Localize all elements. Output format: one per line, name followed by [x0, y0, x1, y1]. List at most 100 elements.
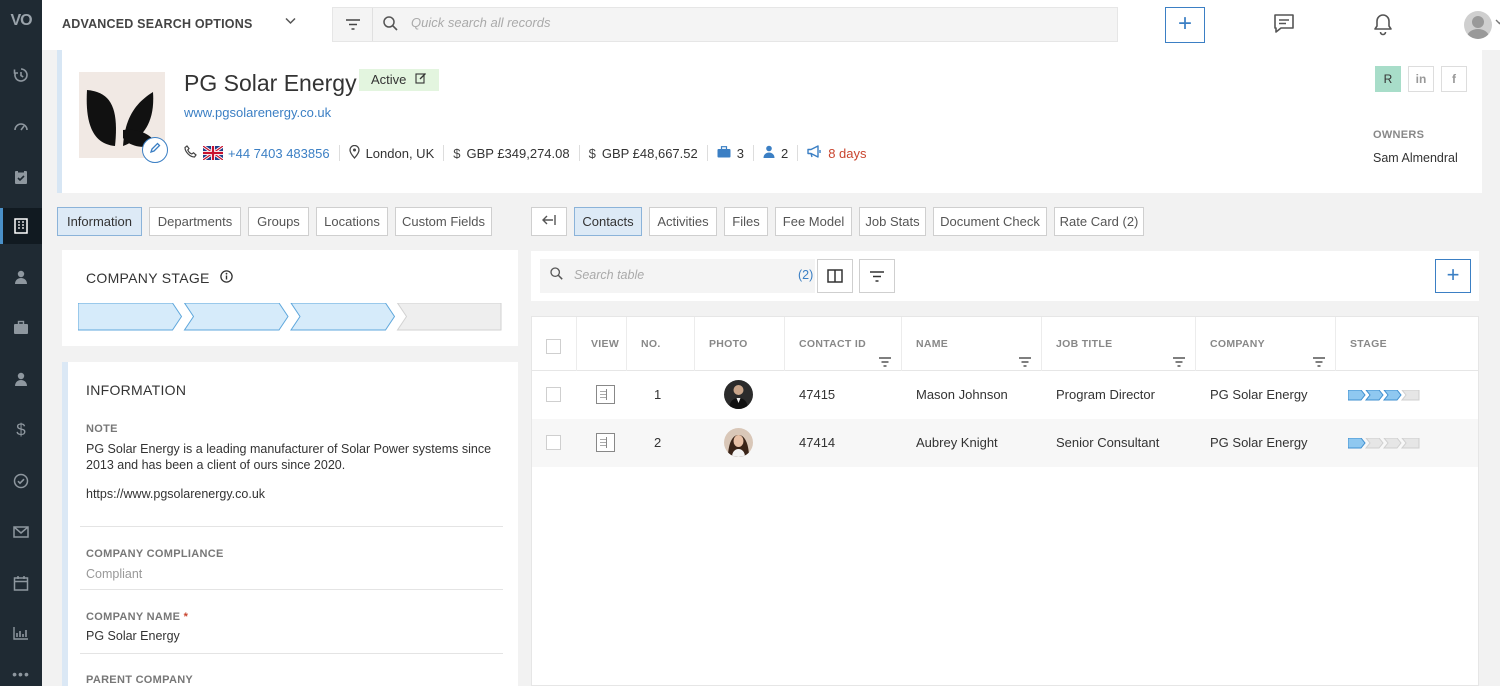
row-checkbox[interactable]: [546, 387, 561, 402]
dashboard-icon[interactable]: [0, 108, 42, 144]
linkedin-icon[interactable]: in: [1408, 66, 1434, 92]
col-name[interactable]: NAME: [902, 317, 1042, 371]
more-icon[interactable]: •••: [0, 666, 42, 686]
contact-name[interactable]: Aubrey Knight: [916, 419, 998, 467]
col-no[interactable]: NO.: [627, 317, 695, 371]
select-all-checkbox[interactable]: [546, 339, 561, 354]
tab-contacts[interactable]: Contacts: [574, 207, 642, 236]
bell-icon[interactable]: [1372, 12, 1394, 39]
view-record-icon[interactable]: [596, 433, 615, 452]
candidates-icon[interactable]: [0, 361, 42, 397]
tab-document-check[interactable]: Document Check: [933, 207, 1047, 236]
company-stage-step-2[interactable]: [183, 303, 289, 331]
add-new-button[interactable]: +: [1165, 7, 1205, 43]
table-row[interactable]: 2 47414 Aubrey Knight Senior Consultant …: [532, 419, 1478, 467]
company-stage-progress[interactable]: [78, 303, 502, 331]
information-title: INFORMATION: [86, 382, 187, 398]
row-stage-progress[interactable]: [1348, 390, 1420, 401]
tab-rate-card[interactable]: Rate Card (2): [1054, 207, 1144, 236]
reports-icon[interactable]: [0, 615, 42, 651]
facebook-icon[interactable]: f: [1441, 66, 1467, 92]
row-stage-step-1[interactable]: [1348, 438, 1366, 449]
advanced-search-options[interactable]: ADVANCED SEARCH OPTIONS: [62, 17, 253, 31]
filter-icon[interactable]: [859, 259, 895, 293]
tab-groups[interactable]: Groups: [248, 207, 309, 236]
company-website-link[interactable]: www.pgsolarenergy.co.uk: [184, 105, 331, 120]
col-stage[interactable]: STAGE: [1336, 317, 1478, 371]
company-cell[interactable]: PG Solar Energy: [1210, 419, 1308, 467]
row-stage-step-4[interactable]: [1400, 438, 1420, 449]
company-meta-row: +44 7403 483856 London, UK $ GBP £349,27…: [184, 144, 876, 162]
company-cell[interactable]: PG Solar Energy: [1210, 371, 1308, 419]
r-badge[interactable]: R: [1375, 66, 1401, 92]
add-contact-button[interactable]: +: [1435, 259, 1471, 293]
view-record-icon[interactable]: [596, 385, 615, 404]
table-row[interactable]: 1 47415 Mason Johnson Program Director P…: [532, 371, 1478, 419]
person-icon: [763, 145, 775, 161]
row-stage-step-1[interactable]: [1348, 390, 1366, 401]
quick-search-bar: [332, 7, 1118, 42]
contacts-item[interactable]: 2: [754, 145, 799, 161]
app-logo[interactable]: VO: [0, 12, 42, 30]
row-stage-step-4[interactable]: [1400, 390, 1420, 401]
contact-photo[interactable]: [724, 380, 753, 409]
job-title: Program Director: [1056, 387, 1155, 402]
edit-status-icon[interactable]: [415, 73, 427, 87]
tab-files[interactable]: Files: [724, 207, 768, 236]
table-search-input[interactable]: [574, 268, 774, 282]
contacts-table-toolbar: (2) +: [531, 251, 1479, 301]
tab-fee-model[interactable]: Fee Model: [775, 207, 852, 236]
chevron-down-icon[interactable]: [1495, 17, 1500, 28]
tab-departments[interactable]: Departments: [149, 207, 241, 236]
row-stage-step-3[interactable]: [1382, 390, 1402, 401]
tab-locations[interactable]: Locations: [316, 207, 388, 236]
clipboard-icon[interactable]: [0, 159, 42, 195]
col-contact-id-label: CONTACT ID: [799, 338, 866, 350]
companies-icon[interactable]: [0, 208, 42, 244]
owner-name[interactable]: Sam Almendral: [1373, 151, 1458, 165]
search-icon: [383, 16, 398, 34]
row-stage-step-3[interactable]: [1382, 438, 1402, 449]
collapse-panel-button[interactable]: [531, 207, 567, 236]
history-icon[interactable]: [0, 57, 42, 93]
contact-photo[interactable]: [724, 428, 753, 457]
tab-job-stats[interactable]: Job Stats: [859, 207, 926, 236]
company-stage-step-1[interactable]: [78, 303, 183, 331]
contact-name[interactable]: Mason Johnson: [916, 371, 1008, 419]
company-stage-step-4[interactable]: [396, 303, 502, 331]
calendar-icon[interactable]: [0, 565, 42, 601]
filter-icon[interactable]: [333, 8, 373, 41]
mail-icon[interactable]: [0, 514, 42, 550]
jobs-item[interactable]: 3: [708, 145, 754, 161]
status-badge[interactable]: Active: [359, 69, 440, 91]
row-checkbox[interactable]: [546, 435, 561, 450]
location-value: London, UK: [365, 145, 435, 161]
company-stage-step-3[interactable]: [290, 303, 396, 331]
chevron-down-icon[interactable]: [285, 16, 296, 28]
quick-search-input[interactable]: [411, 15, 1011, 30]
tab-custom-fields[interactable]: Custom Fields: [395, 207, 492, 236]
row-stage-step-2[interactable]: [1364, 438, 1384, 449]
col-contact-id[interactable]: CONTACT ID: [785, 317, 902, 371]
row-stage-progress[interactable]: [1348, 438, 1420, 449]
col-job-title[interactable]: JOB TITLE: [1042, 317, 1196, 371]
col-company[interactable]: COMPANY: [1196, 317, 1336, 371]
chat-icon[interactable]: [1272, 12, 1296, 39]
info-icon[interactable]: [220, 270, 233, 286]
tab-information[interactable]: Information: [57, 207, 142, 236]
uk-flag-icon: [202, 144, 224, 162]
phone-icon: [184, 145, 197, 161]
row-stage-step-2[interactable]: [1364, 390, 1384, 401]
finance-icon[interactable]: $: [0, 412, 42, 448]
jobs-icon[interactable]: [0, 310, 42, 346]
table-search: (2): [540, 259, 815, 293]
check-circle-icon[interactable]: [0, 463, 42, 499]
user-avatar[interactable]: [1464, 11, 1492, 39]
contacts-icon[interactable]: [0, 259, 42, 295]
phone-number[interactable]: +44 7403 483856: [228, 146, 330, 161]
dollar-icon: $: [453, 145, 461, 161]
edit-logo-icon[interactable]: [142, 137, 168, 163]
columns-toggle-icon[interactable]: [817, 259, 853, 293]
tab-activities[interactable]: Activities: [649, 207, 717, 236]
company-logo: [79, 72, 168, 163]
